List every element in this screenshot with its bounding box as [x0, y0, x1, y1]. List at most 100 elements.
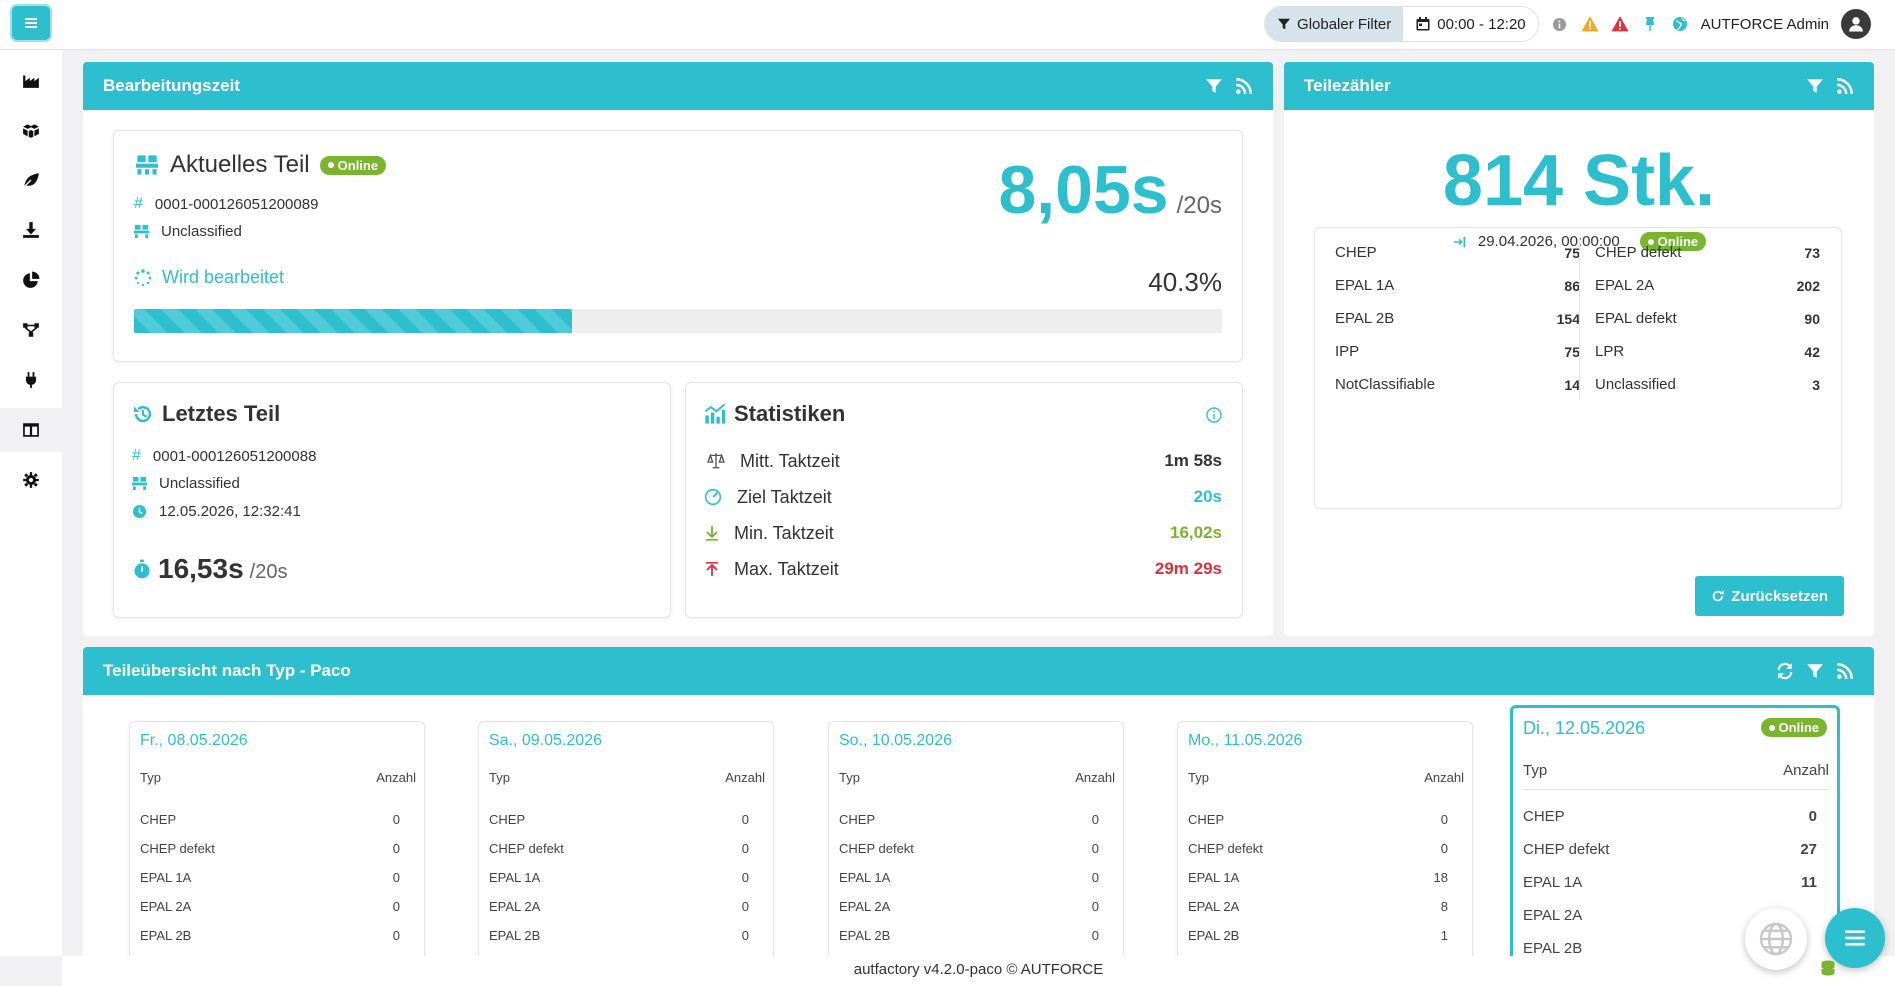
stat-label: Ziel Taktzeit [737, 486, 832, 507]
pallet-small-icon [132, 476, 147, 491]
avatar[interactable] [1841, 9, 1871, 39]
rss-icon[interactable] [1836, 77, 1854, 95]
table-row: EPAL 2B 0 [140, 928, 400, 943]
rss-icon[interactable] [1836, 662, 1854, 680]
statistics-card: Statistiken Mitt. Taktzeit 1m 58s Ziel T… [685, 382, 1243, 618]
hamburger-icon [25, 18, 37, 28]
day-card: Sa., 09.05.2026 Typ Anzahl CHEP 0 CHEP def… [478, 721, 774, 956]
counter-row: EPAL 2B 154 [1335, 310, 1580, 327]
table-icon [23, 423, 39, 437]
table-row: EPAL 1A 0 [839, 870, 1099, 885]
sync-icon[interactable] [1776, 662, 1794, 680]
spinner-icon [134, 268, 152, 286]
current-part-id: 0001-000126051200089 [154, 195, 319, 213]
current-time-value: 8,05s [998, 152, 1169, 228]
floating-menu-button[interactable] [1825, 908, 1885, 968]
table-row: EPAL 1A 18 [1188, 870, 1448, 885]
stat-value: 29m 29s [1154, 559, 1222, 578]
global-filter-button[interactable]: Globaler Filter [1265, 7, 1404, 41]
table-row: CHEP 0 [489, 812, 749, 827]
table-row: CHEP defekt 0 [839, 841, 1099, 856]
table-header: Typ Anzahl [140, 770, 416, 785]
info-icon[interactable] [1551, 15, 1569, 33]
last-part-title: Letztes Teil [162, 401, 281, 426]
globe-icon [1759, 922, 1793, 956]
sidebar-item-network[interactable] [0, 308, 62, 352]
table-row: CHEP 0 [1523, 808, 1817, 825]
sidebar-item-table[interactable] [0, 408, 62, 452]
filter-icon[interactable] [1806, 77, 1824, 95]
balance-scale-icon [707, 453, 725, 469]
sidebar-item-leaf[interactable] [0, 158, 62, 202]
chart-icon [704, 403, 726, 424]
day-date: Fr., 08.05.2026 [140, 732, 248, 749]
globe-icon[interactable] [1671, 15, 1689, 33]
last-part-type: Unclassified [159, 475, 240, 492]
language-button[interactable] [1745, 908, 1807, 970]
table-row: EPAL 2A 8 [1188, 899, 1448, 914]
table-header: Typ Anzahl [839, 770, 1115, 785]
last-part-timestamp: 12.05.2026, 12:32:41 [159, 503, 301, 520]
table-row: CHEP defekt 0 [140, 841, 400, 856]
teilezaehler-header: Teilezähler [1284, 62, 1874, 110]
last-time-value: 16,53s [158, 553, 244, 584]
table-header: Typ Anzahl [489, 770, 765, 785]
network-icon [23, 323, 39, 337]
warning-icon[interactable] [1581, 15, 1599, 33]
current-part-title: Aktuelles Teil [170, 151, 310, 178]
counter-row: IPP 75 [1335, 343, 1580, 360]
progress-bar-fill [134, 309, 573, 333]
current-time-target: /20s [1176, 192, 1222, 219]
filter-icon[interactable] [1806, 662, 1824, 680]
rss-icon[interactable] [1235, 77, 1253, 95]
stat-row-min: Min. Taktzeit 16,02s [704, 521, 1222, 545]
sidebar-item-pie-chart[interactable] [0, 258, 62, 302]
user-name[interactable]: AUTFORCE Admin [1701, 16, 1829, 33]
arrow-up-icon [706, 562, 718, 576]
stat-label: Max. Taktzeit [734, 558, 839, 579]
arrow-down-icon [706, 526, 718, 541]
table-row: EPAL 1A 0 [489, 870, 749, 885]
top-bar: Globaler Filter 00:00 - 12:20 AUTFORCE A… [0, 0, 1895, 50]
pin-icon[interactable] [1641, 15, 1659, 33]
database-icon [1821, 960, 1835, 976]
user-icon [1849, 17, 1863, 32]
uebersicht-header: Teileübersicht nach Typ - Paco [83, 647, 1874, 695]
filter-icon[interactable] [1205, 77, 1223, 95]
time-range-button[interactable]: 00:00 - 12:20 [1403, 7, 1538, 41]
sidebar [0, 50, 62, 956]
sidebar-item-factory[interactable] [0, 58, 62, 102]
panel-title: Bearbeitungszeit [103, 76, 240, 95]
sidebar-item-boxes[interactable] [0, 108, 62, 152]
footer: autfactory v4.2.0-paco © AUTFORCE [62, 956, 1895, 986]
sidebar-item-settings[interactable] [0, 458, 62, 502]
table-row: CHEP defekt 0 [489, 841, 749, 856]
history-icon [134, 406, 152, 423]
global-filter-group: Globaler Filter 00:00 - 12:20 [1264, 6, 1539, 42]
menu-toggle-button[interactable] [12, 6, 50, 40]
processing-label: Wird bearbeitet [162, 267, 285, 287]
last-time-target: /20s [249, 561, 288, 583]
status-badge: Online [319, 155, 387, 175]
panel-title: Teilezähler [1304, 76, 1391, 95]
reset-button[interactable]: Zurücksetzen [1695, 576, 1844, 616]
sidebar-item-download[interactable] [0, 208, 62, 252]
info-icon[interactable] [1206, 407, 1222, 423]
alert-icon[interactable] [1611, 15, 1629, 33]
current-part-type: Unclassified [161, 223, 242, 240]
counter-row: LPR 42 [1595, 343, 1820, 360]
counter-row: CHEP 75 [1335, 244, 1580, 261]
table-row: EPAL 2A 0 [489, 899, 749, 914]
table-row: CHEP 0 [140, 812, 400, 827]
table-row: CHEP defekt 0 [1188, 841, 1448, 856]
bearbeitungszeit-header: Bearbeitungszeit [83, 62, 1273, 110]
filter-icon [1277, 18, 1291, 30]
table-row: EPAL 2B 0 [839, 928, 1099, 943]
table-row: EPAL 1A 11 [1523, 874, 1817, 891]
day-card: Fr., 08.05.2026 Typ Anzahl CHEP 0 CHEP def… [129, 721, 425, 956]
sidebar-item-plug[interactable] [0, 358, 62, 402]
boxes-icon [23, 124, 39, 138]
stat-value: 16,02s [1170, 523, 1222, 542]
global-filter-label: Globaler Filter [1297, 15, 1392, 33]
time-range-label: 00:00 - 12:20 [1437, 15, 1526, 33]
